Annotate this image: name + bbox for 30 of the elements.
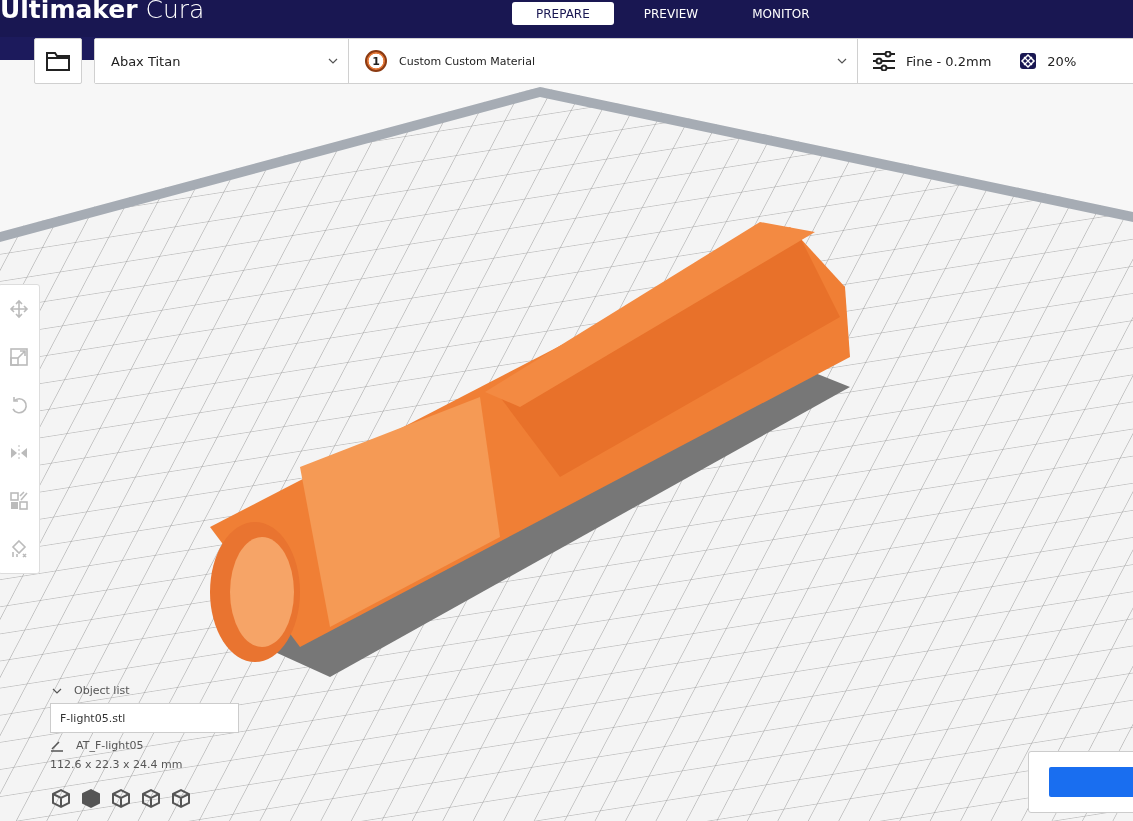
move-tool[interactable] [7,297,31,321]
rotate-icon [9,395,29,415]
support-icon [9,539,29,559]
scale-icon [9,347,29,367]
chevron-icon [328,58,338,64]
object-list-item[interactable]: F-light05.stl [50,703,239,733]
chevron-icon [52,686,62,695]
stage-tab[interactable]: MONITOR [728,2,834,25]
object-dimensions: 112.6 x 22.3 x 24.4 mm [50,758,184,771]
view-top-icon[interactable] [110,787,132,809]
grid-tool[interactable] [7,489,31,513]
scale-tool[interactable] [7,345,31,369]
printer-dropdown[interactable]: Abax Titan [95,39,349,83]
sliders-icon [872,51,896,71]
view-left-icon[interactable] [140,787,162,809]
object-name: AT_F-light05 [76,739,144,752]
grid-icon [9,491,29,511]
pencil-icon [50,739,64,752]
open-file-button[interactable] [34,38,82,84]
stage-tab[interactable]: PREPARE [512,2,614,25]
stage-tab[interactable]: PREVIEW [619,2,723,25]
slice-button[interactable] [1049,767,1133,797]
view-3d-icon[interactable] [50,787,72,809]
chevron-icon [837,58,847,64]
extruder-badge: 1 [365,50,387,72]
infill-icon [1019,52,1038,70]
move-icon [9,299,29,319]
object-list-toggle[interactable]: Object list [50,684,239,697]
folder-icon [46,51,70,71]
view-right-icon[interactable] [170,787,192,809]
